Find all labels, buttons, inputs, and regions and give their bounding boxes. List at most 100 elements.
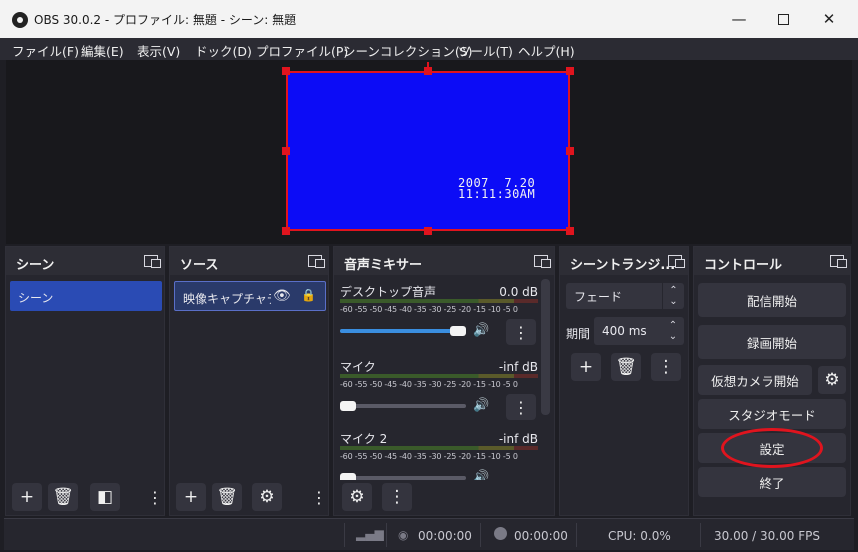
menu-docks[interactable]: ドック(D): [195, 41, 252, 60]
resize-handle-tr[interactable]: [566, 67, 574, 75]
undock-icon[interactable]: [534, 255, 551, 268]
sources-dock-header: ソース: [170, 247, 328, 275]
exit-button[interactable]: 終了: [698, 467, 846, 497]
channel-name: マイク: [340, 360, 376, 374]
mixer-advanced-properties-button[interactable]: ⚙: [342, 483, 372, 511]
fps-readout: 30.00 / 30.00 FPS: [714, 529, 820, 543]
meter-scale: -60 -55 -50 -45 -40 -35 -30 -25 -20 -15 …: [340, 305, 518, 314]
resize-handle-br[interactable]: [566, 227, 574, 235]
transition-properties-button[interactable]: ⋮: [651, 353, 681, 381]
resize-handle-r[interactable]: [566, 147, 574, 155]
speaker-icon[interactable]: 🔊: [473, 398, 489, 413]
gear-icon: ⚙: [824, 370, 840, 390]
transition-select-value: フェード: [574, 290, 623, 304]
channel-db: -inf dB: [498, 432, 538, 446]
resize-handle-bl[interactable]: [282, 227, 290, 235]
virtual-camera-config-button[interactable]: ⚙: [818, 366, 846, 394]
trash-icon: 🗑: [52, 487, 74, 507]
menu-profile[interactable]: プロファイル(P): [256, 41, 348, 60]
studio-mode-button[interactable]: スタジオモード: [698, 399, 846, 429]
rotation-line: [427, 62, 429, 68]
controls-dock-title: コントロール: [704, 258, 783, 273]
duration-value: 400 ms: [602, 324, 647, 338]
minimize-button[interactable]: —: [716, 0, 762, 38]
resize-handle-b[interactable]: [424, 227, 432, 235]
start-virtual-camera-button[interactable]: 仮想カメラ開始: [698, 365, 812, 395]
spin-arrows-icon[interactable]: ⌃ ⌄: [662, 317, 684, 345]
speaker-icon[interactable]: 🔊: [473, 323, 489, 338]
volume-slider-fill: [340, 329, 452, 333]
channel-menu-button[interactable]: ⋮: [506, 319, 536, 345]
settings-highlight-annotation: [721, 428, 823, 468]
preview-source-video[interactable]: [286, 71, 570, 231]
volume-slider-knob[interactable]: [450, 326, 466, 336]
menu-tools[interactable]: ツール(T): [458, 41, 513, 60]
eye-icon[interactable]: 👁: [273, 288, 291, 304]
stream-time: 00:00:00: [418, 529, 472, 543]
transitions-dock-title: シーントランジ...: [570, 258, 676, 273]
speaker-icon[interactable]: 🔊: [473, 470, 489, 480]
menu-scene-collection[interactable]: シーンコレクション(S): [343, 41, 473, 60]
remove-scene-button[interactable]: 🗑: [48, 483, 78, 511]
volume-slider-knob[interactable]: [340, 401, 356, 411]
remove-transition-button[interactable]: 🗑: [611, 353, 641, 381]
channel-menu-button[interactable]: ⋮: [506, 394, 536, 420]
volume-slider[interactable]: [340, 329, 466, 333]
start-recording-button[interactable]: 録画開始: [698, 325, 846, 359]
channel-name: マイク 2: [340, 432, 388, 446]
plus-icon: +: [578, 357, 594, 377]
scene-more-button[interactable]: ⋮: [147, 483, 163, 511]
maximize-button[interactable]: [760, 0, 806, 38]
resize-handle-t[interactable]: [424, 67, 432, 75]
volume-slider-knob[interactable]: [340, 473, 356, 480]
volume-meter: [340, 374, 538, 378]
source-properties-button[interactable]: ⚙: [252, 483, 282, 511]
minimize-icon: —: [731, 10, 747, 28]
scene-item-label: シーン: [18, 291, 54, 305]
resize-handle-l[interactable]: [282, 147, 290, 155]
scene-filters-button[interactable]: ◧: [90, 483, 120, 511]
menu-view[interactable]: 表示(V): [137, 41, 180, 60]
kebab-icon: ⋮: [388, 487, 406, 507]
meter-scale: -60 -55 -50 -45 -40 -35 -30 -25 -20 -15 …: [340, 452, 518, 461]
add-source-button[interactable]: +: [176, 483, 206, 511]
duration-spinbox[interactable]: 400 ms ⌃ ⌄: [594, 317, 684, 345]
scene-list-item[interactable]: シーン: [10, 281, 162, 311]
scene-transitions-dock: シーントランジ... フェード ⌃ ⌄ 期間 400 ms ⌃ ⌄ + 🗑 ⋮: [559, 246, 689, 516]
undock-icon[interactable]: [830, 255, 847, 268]
close-button[interactable]: ✕: [806, 0, 852, 38]
menu-help[interactable]: ヘルプ(H): [518, 41, 575, 60]
transitions-dock-header: シーントランジ...: [560, 247, 688, 275]
trash-icon: 🗑: [615, 357, 637, 377]
transition-select[interactable]: フェード ⌃ ⌄: [566, 283, 684, 309]
channel-db: 0.0 dB: [499, 285, 538, 299]
menu-edit[interactable]: 編集(E): [81, 41, 124, 60]
duration-label: 期間: [566, 327, 591, 341]
sources-dock-title: ソース: [180, 258, 219, 273]
resize-handle-tl[interactable]: [282, 67, 290, 75]
mixer-menu-button[interactable]: ⋮: [382, 483, 412, 511]
volume-slider[interactable]: [340, 476, 466, 480]
add-transition-button[interactable]: +: [571, 353, 601, 381]
controls-dock: コントロール 配信開始 録画開始 仮想カメラ開始 ⚙ スタジオモード 設定 終了: [693, 246, 851, 516]
remove-source-button[interactable]: 🗑: [212, 483, 242, 511]
maximize-icon: [777, 13, 789, 25]
title-bar: OBS 30.0.2 - プロファイル: 無題 - シーン: 無題 — ✕: [0, 0, 858, 38]
source-list-item[interactable]: 映像キャプチャデバイス 👁 🔒: [174, 281, 326, 311]
mixer-scrollbar[interactable]: [541, 279, 550, 415]
menu-file[interactable]: ファイル(F): [12, 41, 79, 60]
scenes-dock: シーン シーン + 🗑 ◧ ⋮: [5, 246, 165, 516]
status-bar: ▂▄▆ ◉ 00:00:00 00:00:00 CPU: 0.0% 30.00 …: [4, 518, 854, 550]
start-streaming-button[interactable]: 配信開始: [698, 283, 846, 317]
controls-dock-header: コントロール: [694, 247, 850, 275]
kebab-icon: ⋮: [311, 487, 327, 507]
kebab-icon: ⋮: [513, 322, 529, 342]
volume-slider[interactable]: [340, 404, 466, 408]
undock-icon[interactable]: [308, 255, 325, 268]
lock-icon[interactable]: 🔒: [301, 288, 316, 302]
add-scene-button[interactable]: +: [12, 483, 42, 511]
record-time: 00:00:00: [514, 529, 568, 543]
undock-icon[interactable]: [668, 255, 685, 268]
source-more-button[interactable]: ⋮: [311, 483, 327, 511]
undock-icon[interactable]: [144, 255, 161, 268]
